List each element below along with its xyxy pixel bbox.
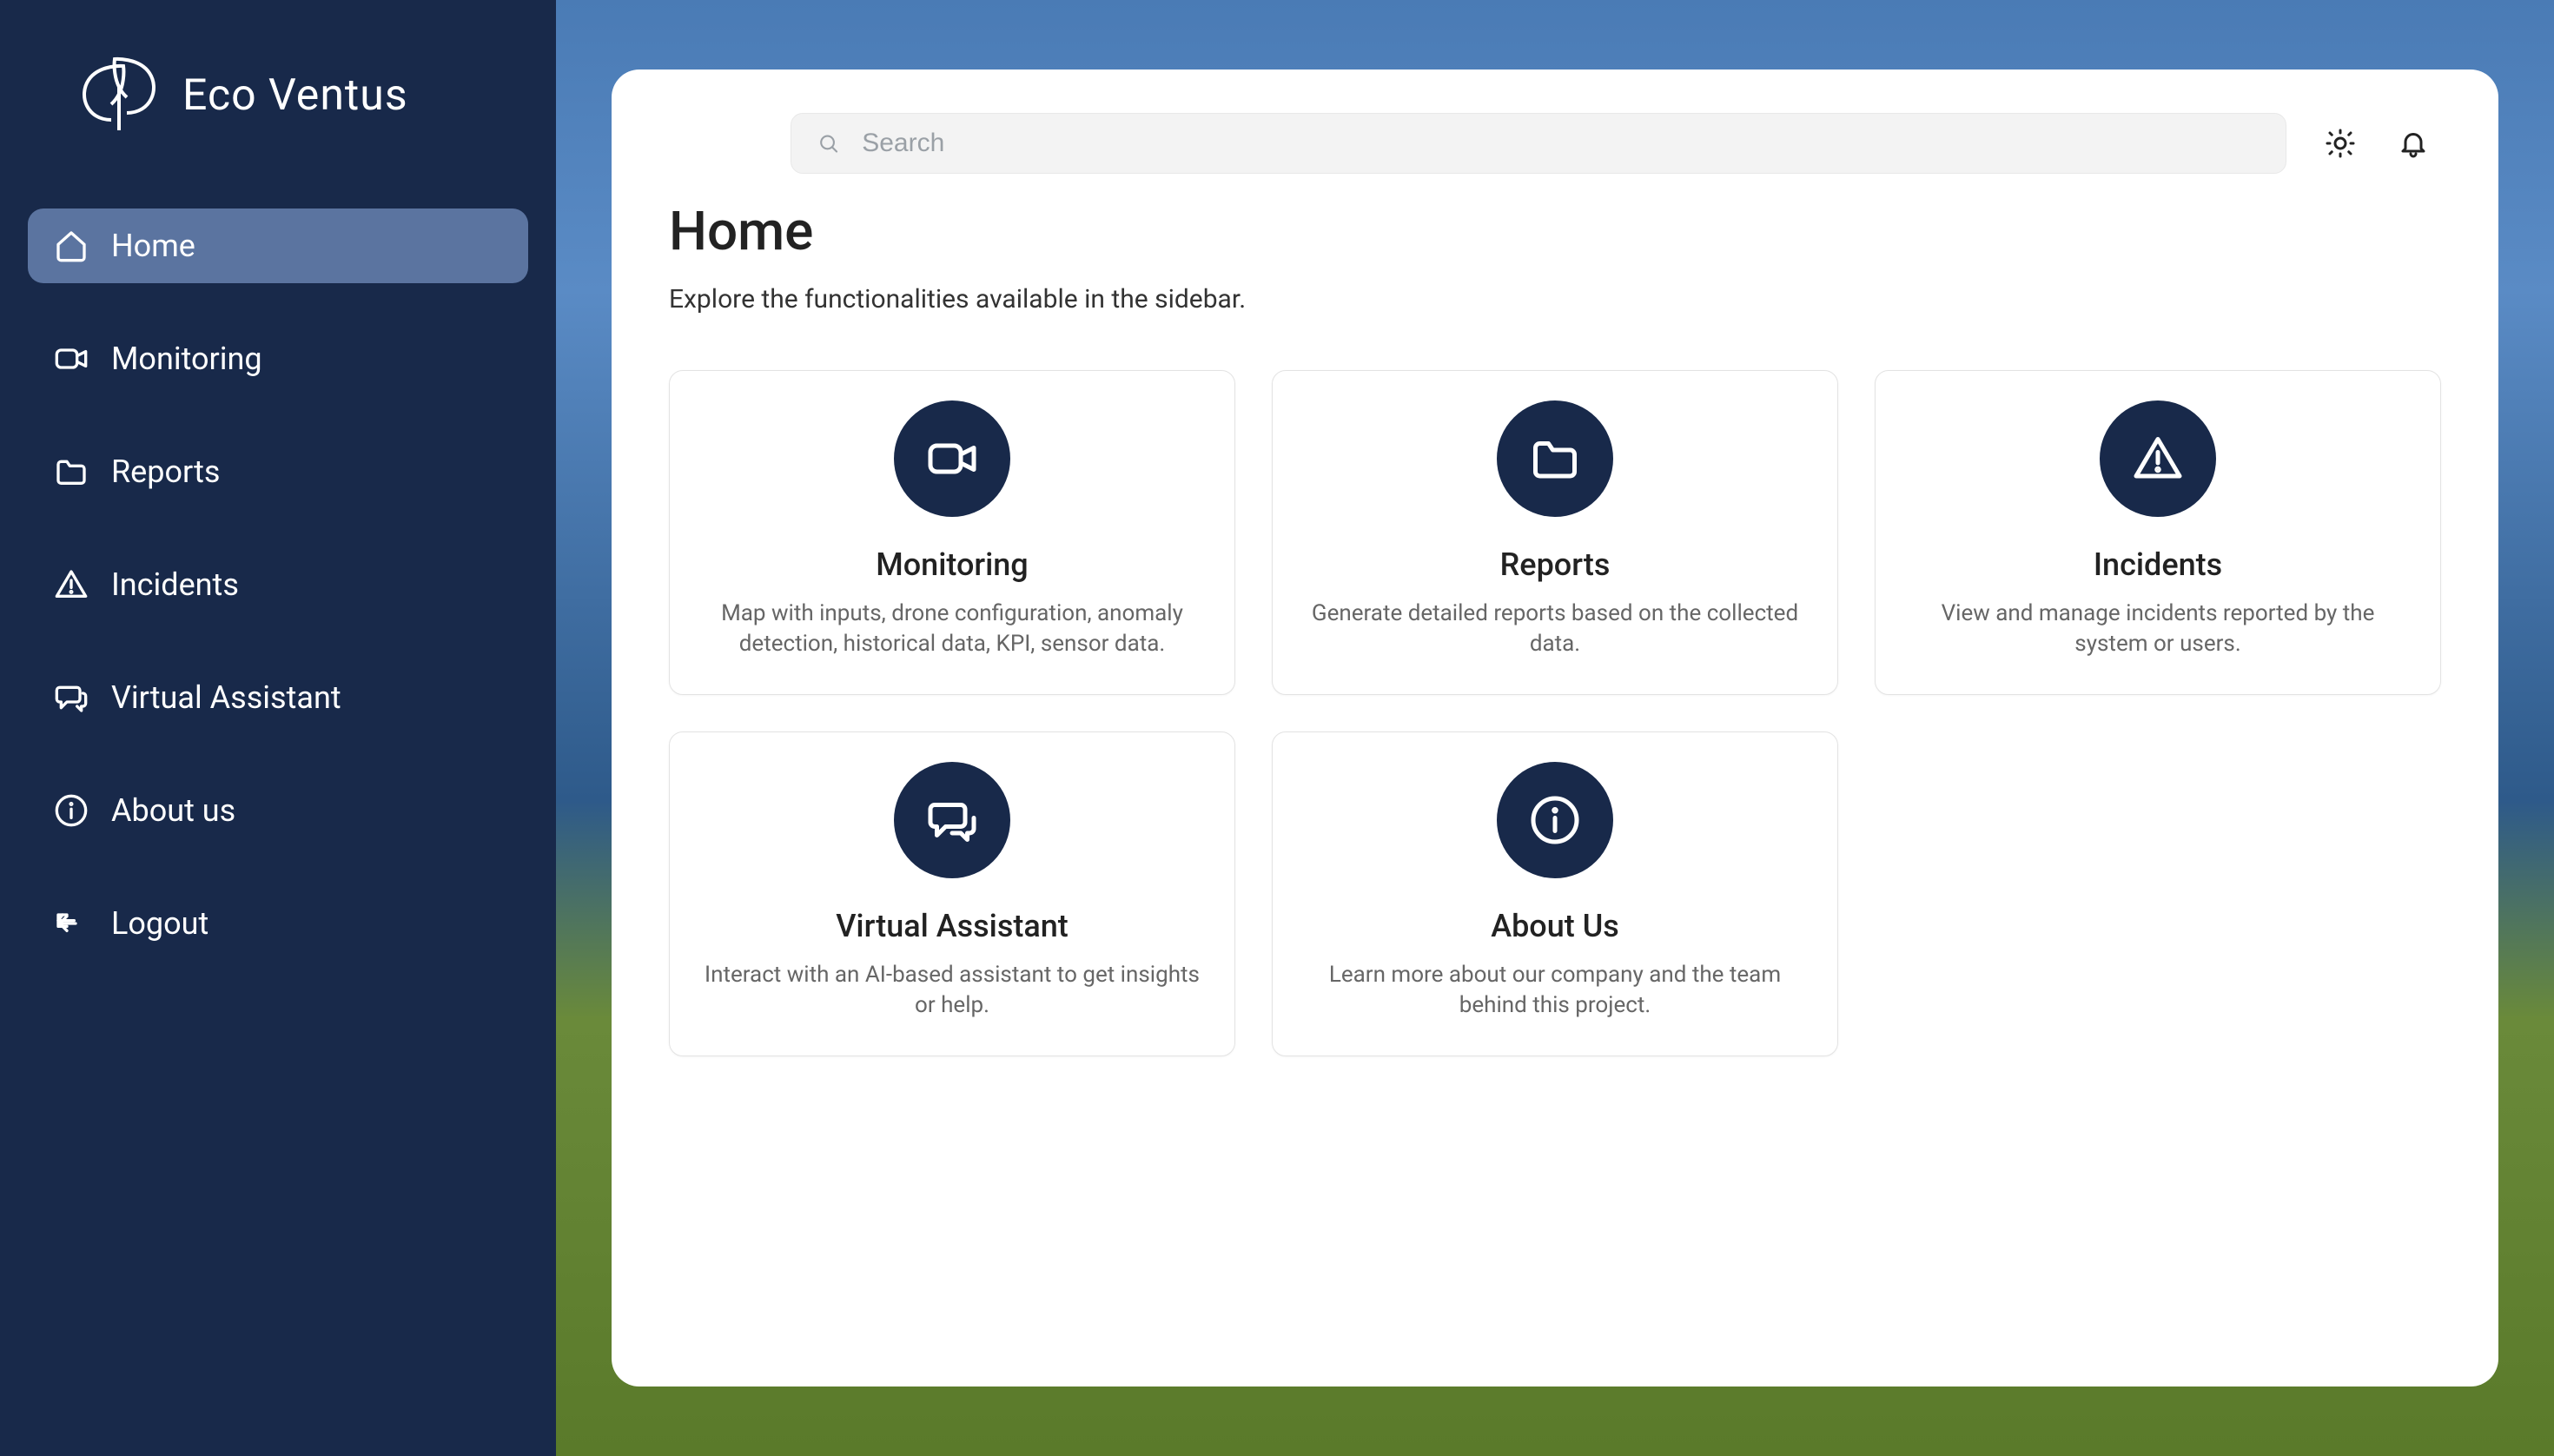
card-desc: View and manage incidents reported by th… bbox=[1903, 599, 2412, 659]
leaf-icon bbox=[69, 52, 174, 139]
card-desc: Generate detailed reports based on the c… bbox=[1300, 599, 1810, 659]
sidebar-item-label: Monitoring bbox=[111, 341, 262, 377]
card-virtual-assistant[interactable]: Virtual Assistant Interact with an AI-ba… bbox=[669, 731, 1235, 1056]
video-icon bbox=[54, 341, 89, 376]
sidebar-item-home[interactable]: Home bbox=[28, 208, 528, 283]
card-title: Virtual Assistant bbox=[698, 908, 1207, 944]
topbar bbox=[669, 113, 2441, 174]
card-about-us[interactable]: About Us Learn more about our company an… bbox=[1272, 731, 1838, 1056]
card-desc: Map with inputs, drone configuration, an… bbox=[698, 599, 1207, 659]
card-reports[interactable]: Reports Generate detailed reports based … bbox=[1272, 370, 1838, 695]
sidebar-item-virtual-assistant[interactable]: Virtual Assistant bbox=[28, 660, 528, 735]
card-title: Reports bbox=[1300, 546, 1810, 583]
folder-icon bbox=[1529, 433, 1581, 485]
main-area: Home Explore the functionalities availab… bbox=[556, 0, 2554, 1456]
logout-icon bbox=[54, 906, 89, 941]
card-desc: Interact with an AI-based assistant to g… bbox=[698, 960, 1207, 1021]
sidebar-item-label: About us bbox=[111, 792, 235, 829]
sidebar-item-reports[interactable]: Reports bbox=[28, 434, 528, 509]
card-title: Monitoring bbox=[698, 546, 1207, 583]
alert-triangle-icon bbox=[2132, 433, 2184, 485]
page-subtitle: Explore the functionalities available in… bbox=[669, 284, 2441, 314]
sidebar-item-label: Logout bbox=[111, 905, 208, 942]
info-icon bbox=[1529, 794, 1581, 846]
sun-icon bbox=[2325, 128, 2356, 159]
notifications-button[interactable] bbox=[2394, 124, 2432, 162]
sidebar-item-logout[interactable]: Logout bbox=[28, 886, 528, 961]
topbar-actions bbox=[2321, 124, 2441, 162]
cards-grid: Monitoring Map with inputs, drone config… bbox=[669, 370, 2441, 1056]
sidebar-item-about-us[interactable]: About us bbox=[28, 773, 528, 848]
app-root: Eco Ventus Home Monitoring Reports bbox=[0, 0, 2554, 1456]
home-icon bbox=[54, 228, 89, 263]
card-title: Incidents bbox=[1903, 546, 2412, 583]
sidebar-item-monitoring[interactable]: Monitoring bbox=[28, 321, 528, 396]
folder-icon bbox=[54, 454, 89, 489]
page-title: Home bbox=[669, 200, 2441, 263]
card-icon-circle bbox=[894, 762, 1010, 878]
info-icon bbox=[54, 793, 89, 828]
sidebar-item-incidents[interactable]: Incidents bbox=[28, 547, 528, 622]
theme-toggle-button[interactable] bbox=[2321, 124, 2359, 162]
card-icon-circle bbox=[2100, 400, 2216, 517]
bell-icon bbox=[2398, 128, 2429, 159]
search-icon bbox=[817, 132, 839, 155]
card-icon-circle bbox=[894, 400, 1010, 517]
sidebar-item-label: Home bbox=[111, 228, 195, 264]
card-title: About Us bbox=[1300, 908, 1810, 944]
search-input[interactable] bbox=[862, 129, 2260, 158]
sidebar-item-label: Incidents bbox=[111, 566, 239, 603]
card-icon-circle bbox=[1497, 762, 1613, 878]
sidebar: Eco Ventus Home Monitoring Reports bbox=[0, 0, 556, 1456]
sidebar-item-label: Virtual Assistant bbox=[111, 679, 341, 716]
sidebar-item-label: Reports bbox=[111, 453, 220, 490]
card-incidents[interactable]: Incidents View and manage incidents repo… bbox=[1875, 370, 2441, 695]
chat-icon bbox=[926, 794, 978, 846]
video-icon bbox=[926, 433, 978, 485]
brand-text: Eco Ventus bbox=[182, 70, 408, 121]
alert-triangle-icon bbox=[54, 567, 89, 602]
content-panel: Home Explore the functionalities availab… bbox=[612, 69, 2498, 1387]
sidebar-nav: Home Monitoring Reports Incidents bbox=[0, 208, 556, 961]
search-box[interactable] bbox=[791, 113, 2286, 174]
card-monitoring[interactable]: Monitoring Map with inputs, drone config… bbox=[669, 370, 1235, 695]
card-desc: Learn more about our company and the tea… bbox=[1300, 960, 1810, 1021]
chat-icon bbox=[54, 680, 89, 715]
brand-logo: Eco Ventus bbox=[0, 35, 556, 208]
card-icon-circle bbox=[1497, 400, 1613, 517]
